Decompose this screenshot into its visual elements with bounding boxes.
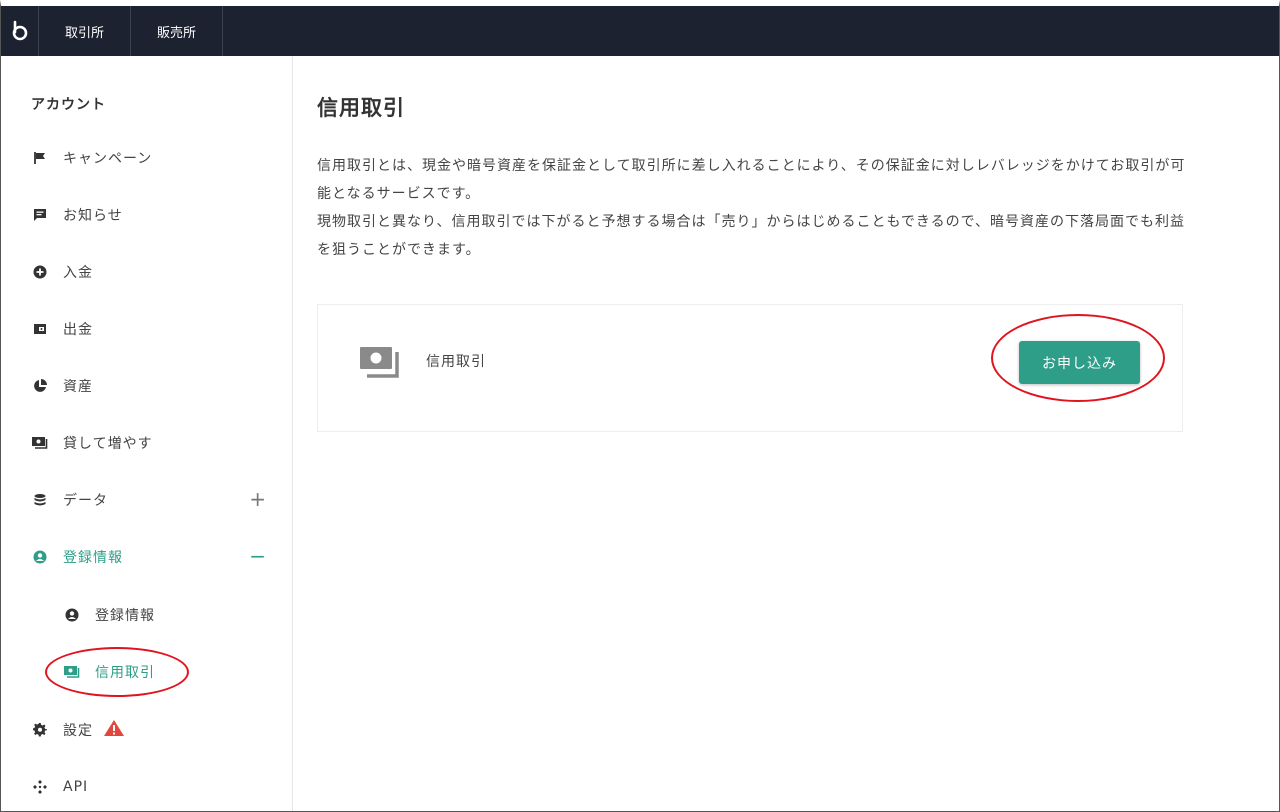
sidebar-item-settings[interactable]: 設定 [31, 718, 281, 742]
sidebar-item-registration[interactable]: 登録情報 − [31, 545, 281, 569]
app-frame: 取引所 販売所 アカウント キャンペーン お知らせ 入金 出金 資産 貸して増や… [0, 0, 1280, 812]
sidebar: アカウント キャンペーン お知らせ 入金 出金 資産 貸して増やす データ + … [1, 56, 293, 811]
pie-chart-icon [31, 377, 49, 395]
sidebar-item-data[interactable]: データ + [31, 488, 281, 512]
sidebar-item-api[interactable]: API [31, 775, 281, 799]
api-icon [31, 778, 49, 796]
description-paragraph: 信用取引とは、現金や暗号資産を保証金として取引所に差し入れることにより、その保証… [317, 158, 1186, 202]
sidebar-item-label: キャンペーン [63, 151, 153, 167]
sidebar-item-label: 登録情報 [63, 550, 123, 566]
sidebar-item-deposit[interactable]: 入金 [31, 260, 281, 284]
cash-icon [360, 347, 402, 383]
page-description: 信用取引とは、現金や暗号資産を保証金として取引所に差し入れることにより、その保証… [317, 152, 1197, 264]
sidebar-item-label: 貸して増やす [63, 436, 153, 452]
sidebar-item-label: 信用取引 [95, 665, 155, 681]
bitbank-logo-icon[interactable] [1, 6, 39, 56]
wallet-icon [31, 320, 49, 338]
description-paragraph: 現物取引と異なり、信用取引では下がると予想する場合は「売り」からはじめることもで… [317, 214, 1186, 258]
sidebar-subitem-registration[interactable]: 登録情報 [63, 603, 263, 627]
sidebar-item-news[interactable]: お知らせ [31, 203, 281, 227]
nav-exchange[interactable]: 取引所 [39, 6, 132, 56]
sidebar-item-assets[interactable]: 資産 [31, 374, 281, 398]
database-icon [31, 491, 49, 509]
expand-icon[interactable]: + [249, 488, 267, 510]
plus-circle-icon [31, 263, 49, 281]
user-circle-icon [63, 606, 81, 624]
cash-icon [31, 434, 49, 452]
page-title: 信用取引 [317, 96, 405, 120]
sidebar-item-label: 資産 [63, 379, 93, 395]
sidebar-item-withdraw[interactable]: 出金 [31, 317, 281, 341]
sidebar-item-label: 入金 [63, 265, 93, 281]
sidebar-item-label: 出金 [63, 322, 93, 338]
sidebar-title: アカウント [31, 97, 106, 113]
card-label: 信用取引 [426, 354, 486, 370]
message-icon [31, 206, 49, 224]
top-nav: 取引所 販売所 [1, 6, 1279, 56]
apply-button[interactable]: お申し込み [1019, 341, 1140, 384]
margin-trading-card: 信用取引 お申し込み [317, 304, 1183, 432]
collapse-icon[interactable]: − [249, 545, 267, 567]
sidebar-item-campaign[interactable]: キャンペーン [31, 146, 281, 170]
nav-brokerage[interactable]: 販売所 [131, 6, 224, 56]
flag-icon [31, 149, 49, 167]
gear-icon [31, 721, 49, 739]
sidebar-item-label: 登録情報 [95, 608, 155, 624]
sidebar-subitem-margin-trading[interactable]: 信用取引 [63, 660, 263, 684]
sidebar-item-lending[interactable]: 貸して増やす [31, 431, 281, 455]
sidebar-item-label: データ [63, 493, 108, 509]
sidebar-item-label: 設定 [63, 723, 93, 739]
user-circle-icon [31, 548, 49, 566]
sidebar-item-label: API [63, 779, 89, 795]
main-content: 信用取引 信用取引とは、現金や暗号資産を保証金として取引所に差し入れることにより… [293, 56, 1279, 811]
sidebar-item-label: お知らせ [63, 208, 123, 224]
cash-icon [63, 663, 81, 681]
warning-icon [103, 719, 125, 741]
